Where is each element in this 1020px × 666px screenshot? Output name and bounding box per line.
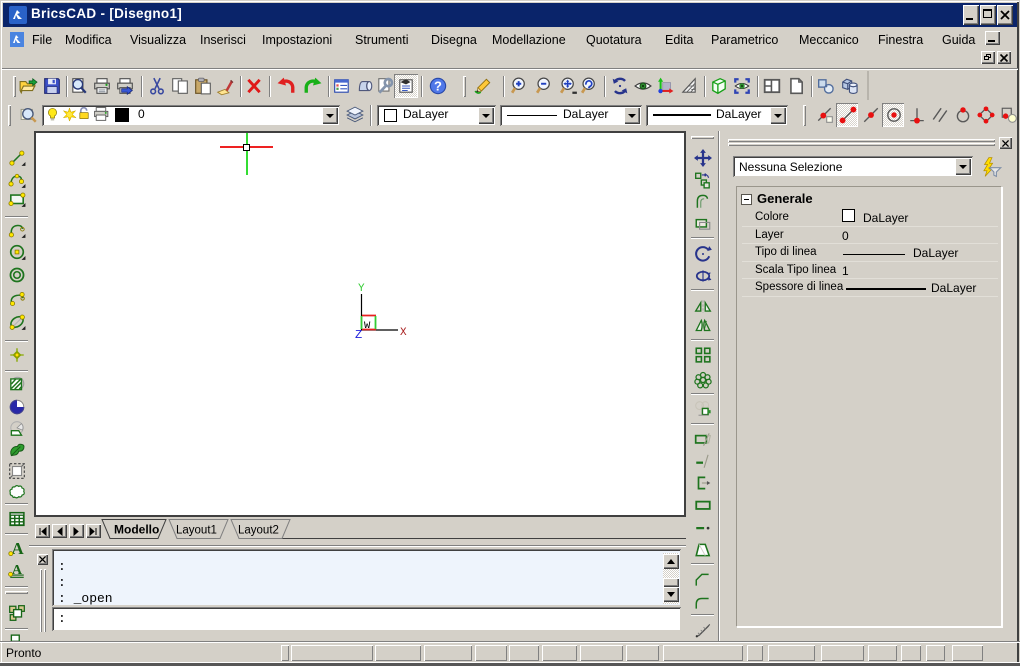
svg-text:A: A (11, 539, 24, 558)
svg-text:?: ? (434, 79, 442, 94)
svg-text:X: X (400, 327, 407, 339)
svg-text:Modello: Modello (114, 523, 159, 537)
svg-text:Y: Y (358, 283, 365, 295)
svg-text:Layout2: Layout2 (238, 525, 279, 537)
svg-text:W: W (364, 320, 371, 332)
svg-text:Layout1: Layout1 (176, 525, 217, 537)
svg-text:Z: Z (355, 328, 362, 342)
